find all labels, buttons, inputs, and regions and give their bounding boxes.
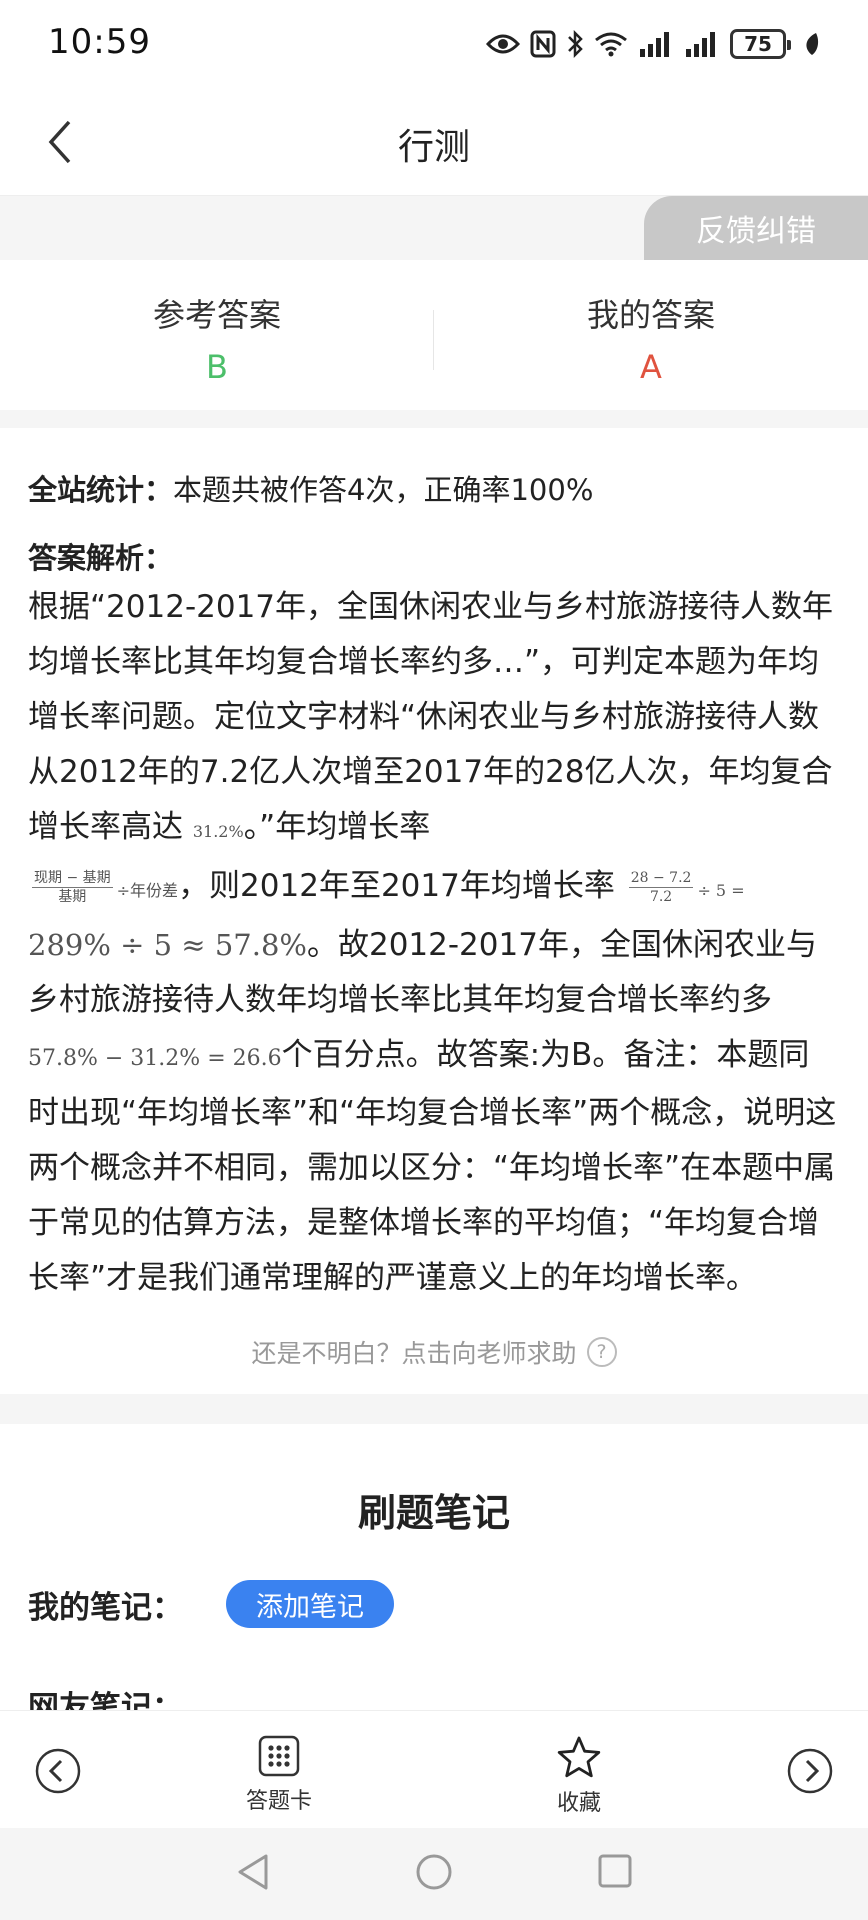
notes-section: 刷题笔记 我的笔记： 添加笔记 网友笔记： [0, 1424, 868, 1726]
analysis-text: 个百分点。故答案:为B。备注：本题同时出现“年均增长率”和“年均复合增长率”两个… [28, 1037, 837, 1296]
my-answer-label: 我的答案 [586, 296, 715, 334]
star-icon [557, 1736, 601, 1778]
chevron-right-circle-icon [787, 1748, 833, 1794]
leaf-icon [806, 33, 819, 55]
question-circle-icon: ? [586, 1337, 617, 1367]
favorite-label: 收藏 [556, 1791, 601, 1816]
formula-numerator: 现期 − 基期 [32, 870, 113, 888]
math-rate: 31.2% [192, 822, 244, 841]
analysis-text: 。”年均增长率 [243, 809, 431, 845]
calc-denominator: 7.2 [649, 889, 673, 905]
ask-teacher-link[interactable]: 还是不明白？点击向老师求助 ? [28, 1334, 840, 1370]
chevron-left-circle-icon [35, 1748, 81, 1794]
calc-numerator: 28 − 7.2 [628, 870, 694, 888]
my-answer: 我的答案 A [434, 260, 868, 410]
next-question-button[interactable] [786, 1747, 834, 1799]
recents-square-icon [598, 1854, 632, 1888]
add-note-button[interactable]: 添加笔记 [226, 1580, 394, 1628]
my-notes-label: 我的笔记： [28, 1590, 183, 1626]
system-home-button[interactable] [414, 1852, 454, 1896]
back-triangle-icon [238, 1854, 268, 1890]
stats-label: 全站统计： [28, 473, 174, 507]
feedback-button[interactable]: 反馈纠错 [644, 196, 868, 260]
wifi-icon [595, 32, 627, 57]
analysis-heading: 答案解析： [28, 541, 174, 575]
home-circle-icon [416, 1854, 452, 1890]
eye-icon [486, 34, 520, 54]
formula-denominator: 基期 [58, 889, 87, 905]
calc-fraction: 28 − 7.2 7.2 [628, 869, 694, 906]
grid-icon [258, 1735, 300, 1777]
section-divider [0, 1394, 868, 1424]
battery-level: 75 [744, 32, 772, 56]
my-answer-value: A [640, 348, 662, 386]
analysis-section: 全站统计：本题共被作答4次，正确率100% 答案解析： 根据“2012-2017… [0, 428, 868, 1394]
answer-divider [433, 310, 434, 370]
signal-icon [686, 32, 715, 57]
reference-answer: 参考答案 B [0, 260, 434, 410]
nav-bar: 行测 [0, 88, 868, 196]
analysis-text: ，则2012年至2017年均增长率 [178, 868, 615, 904]
battery-icon: 75 [730, 29, 791, 59]
notes-title: 刷题笔记 [351, 1482, 517, 1537]
calc-result: 289% ÷ 5 ≈ 57.8% [28, 928, 307, 962]
stats-line: 全站统计：本题共被作答4次，正确率100% [28, 468, 840, 512]
nfc-icon [530, 30, 556, 58]
analysis-body: 根据“2012-2017年，全国休闲农业与乡村旅游接待人数年均增长率比其年均复合… [28, 580, 840, 1306]
stats-text: 本题共被作答4次，正确率100% [173, 473, 594, 507]
answer-card-button[interactable]: 答题卡 [246, 1735, 312, 1815]
signal-icon [640, 32, 669, 57]
feedback-strip: 反馈纠错 [0, 196, 868, 260]
ask-teacher-text: 还是不明白？点击向老师求助 [251, 1339, 577, 1368]
bluetooth-icon [568, 29, 583, 59]
formula-tail: ÷年份差 [116, 881, 179, 900]
answer-card-label: 答题卡 [246, 1789, 313, 1814]
calc-tail: ÷ 5 = [697, 881, 745, 900]
bottom-toolbar: 答题卡 收藏 [0, 1710, 868, 1828]
prev-question-button[interactable] [34, 1747, 82, 1799]
system-back-button[interactable] [236, 1852, 270, 1896]
favorite-button[interactable]: 收藏 [556, 1735, 602, 1817]
answers-panel: 参考答案 B 我的答案 A [0, 260, 868, 410]
system-nav-bar [0, 1828, 868, 1920]
analysis-text: 根据“2012-2017年，全国休闲农业与乡村旅游接待人数年均增长率比其年均复合… [28, 589, 834, 845]
status-bar: 10:59 75 [0, 0, 868, 88]
system-recents-button[interactable] [596, 1852, 634, 1894]
page-title: 行测 [397, 127, 470, 168]
formula-fraction: 现期 − 基期 基期 [32, 869, 113, 906]
reference-answer-value: B [206, 348, 228, 386]
status-icons: 75 [486, 24, 822, 64]
section-divider [0, 410, 868, 428]
status-time: 10:59 [48, 22, 151, 62]
diff-expression: 57.8% − 31.2% = 26.6 [28, 1046, 282, 1071]
notes-title-wrap: 刷题笔记 [0, 1482, 868, 1537]
reference-answer-label: 参考答案 [152, 296, 281, 334]
